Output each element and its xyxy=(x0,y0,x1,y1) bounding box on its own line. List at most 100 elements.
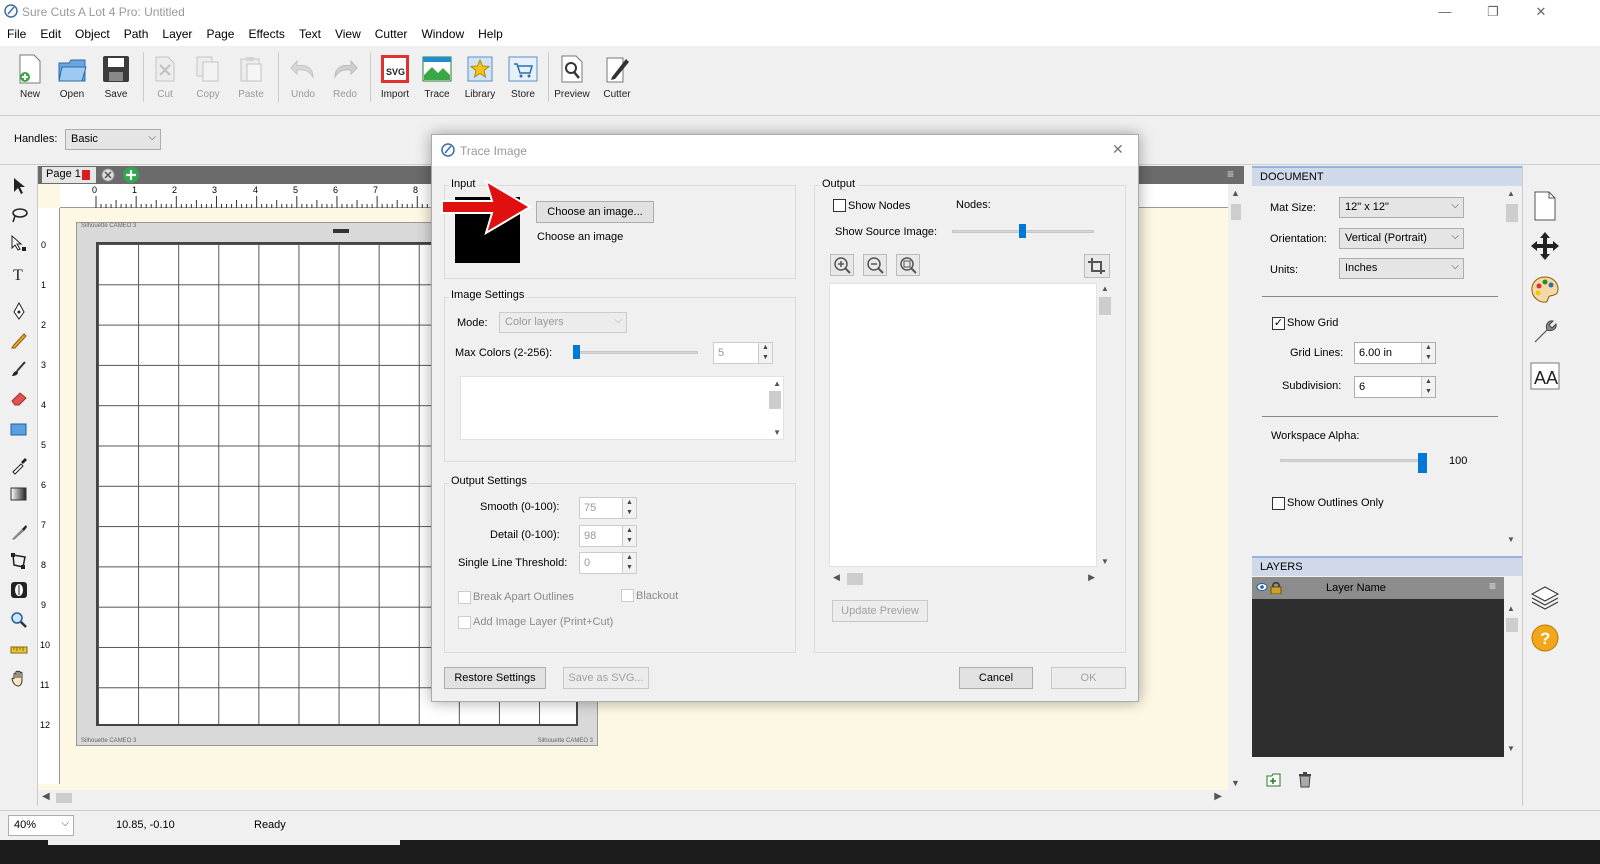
contour-tool[interactable] xyxy=(7,578,31,602)
scroll-up-icon[interactable]: ▲ xyxy=(1507,604,1515,613)
pan-tool[interactable] xyxy=(7,666,31,690)
gradient-tool[interactable] xyxy=(7,482,31,506)
spinner-arrows-icon[interactable]: ▲ ▼ xyxy=(622,553,636,573)
scroll-thumb[interactable] xyxy=(847,573,863,585)
lasso-tool[interactable] xyxy=(7,203,31,227)
knife-tool[interactable] xyxy=(7,520,31,544)
close-page-icon[interactable] xyxy=(100,167,116,183)
layers-scrollbar[interactable]: ▲ ▼ xyxy=(1504,577,1520,757)
spinner-arrows-icon[interactable]: ▲ ▼ xyxy=(622,498,636,518)
menu-layer[interactable]: Layer xyxy=(155,24,199,46)
help-button[interactable]: ? xyxy=(1527,620,1563,656)
redo-button[interactable]: Redo xyxy=(323,54,367,110)
cutter-button[interactable]: Cutter xyxy=(595,54,639,110)
dialog-close-icon[interactable]: ✕ xyxy=(1112,141,1124,158)
handles-select[interactable]: Basic ⌵ xyxy=(65,129,161,150)
zoom-in-button[interactable] xyxy=(830,254,854,276)
scroll-down-icon[interactable]: ▼ xyxy=(1101,557,1109,566)
orientation-select[interactable]: Vertical (Portrait) ⌵ xyxy=(1339,228,1464,249)
scroll-down-icon[interactable]: ▼ xyxy=(1231,778,1240,788)
menu-edit[interactable]: Edit xyxy=(33,24,68,46)
menu-page[interactable]: Page xyxy=(199,24,241,46)
zoom-tool[interactable] xyxy=(7,608,31,632)
pen-tool[interactable] xyxy=(7,299,31,323)
cancel-button[interactable]: Cancel xyxy=(959,667,1033,689)
zoom-fit-button[interactable] xyxy=(896,254,920,276)
zoom-select[interactable]: 40% ⌵ xyxy=(8,815,74,836)
scroll-down-icon[interactable]: ▼ xyxy=(1507,535,1515,544)
copy-button[interactable]: Copy xyxy=(186,54,230,110)
menu-path[interactable]: Path xyxy=(117,24,156,46)
trace-preview-area[interactable] xyxy=(829,283,1097,567)
preview-button[interactable]: Preview xyxy=(550,54,594,110)
trace-button[interactable]: Trace xyxy=(415,54,459,110)
scroll-left-icon[interactable]: ◀ xyxy=(833,572,840,583)
tools-panel-button[interactable] xyxy=(1527,314,1563,350)
menu-file[interactable]: File xyxy=(0,24,33,46)
scroll-thumb[interactable] xyxy=(1099,297,1111,315)
crop-button[interactable] xyxy=(1084,254,1110,278)
choose-image-button[interactable]: Choose an image... xyxy=(536,201,654,223)
undo-button[interactable]: Undo xyxy=(281,54,325,110)
spinner-arrows-icon[interactable]: ▲ ▼ xyxy=(1421,377,1435,397)
restore-settings-button[interactable]: Restore Settings xyxy=(444,667,546,689)
mat-size-select[interactable]: 12" x 12" ⌵ xyxy=(1339,197,1464,218)
scroll-up-icon[interactable]: ▲ xyxy=(773,379,781,388)
scroll-up-icon[interactable]: ▲ xyxy=(1101,284,1109,293)
menu-object[interactable]: Object xyxy=(68,24,117,46)
color-layers-list[interactable]: ▲ ▼ xyxy=(460,376,784,440)
subdivision-input[interactable]: 6 ▲ ▼ xyxy=(1354,376,1436,398)
scroll-up-icon[interactable]: ▲ xyxy=(1507,189,1515,198)
menu-text[interactable]: Text xyxy=(292,24,328,46)
menu-effects[interactable]: Effects xyxy=(241,24,291,46)
zoom-out-button[interactable] xyxy=(863,254,887,276)
smooth-input[interactable]: 75 ▲ ▼ xyxy=(579,497,637,519)
canvas-vertical-scrollbar[interactable]: ▲ ▼ xyxy=(1228,184,1244,790)
scroll-thumb[interactable] xyxy=(1506,618,1518,632)
open-button[interactable]: Open xyxy=(50,54,94,110)
paste-button[interactable]: Paste xyxy=(229,54,273,110)
library-button[interactable]: Library xyxy=(458,54,502,110)
cut-button[interactable]: Cut xyxy=(143,54,187,110)
workspace-alpha-track[interactable] xyxy=(1280,459,1426,462)
scroll-thumb[interactable] xyxy=(1231,204,1241,220)
page-color-swatch[interactable] xyxy=(82,170,90,180)
close-button[interactable]: ✕ xyxy=(1518,0,1564,24)
minimize-button[interactable]: — xyxy=(1422,0,1468,24)
text-tool[interactable]: T xyxy=(7,262,31,286)
new-button[interactable]: New xyxy=(8,54,52,110)
scroll-down-icon[interactable]: ▼ xyxy=(773,428,781,437)
eyedropper-tool[interactable] xyxy=(7,454,31,478)
workspace-alpha-thumb[interactable] xyxy=(1418,453,1427,473)
add-page-icon[interactable] xyxy=(122,166,140,184)
menu-view[interactable]: View xyxy=(328,24,368,46)
scroll-right-icon[interactable]: ▶ xyxy=(1088,572,1095,583)
ok-button[interactable]: OK xyxy=(1051,667,1126,689)
blackout-checkbox[interactable] xyxy=(621,589,634,602)
tab-menu-icon[interactable]: ≡ xyxy=(1227,167,1234,181)
rectangle-tool[interactable] xyxy=(7,418,31,442)
update-preview-button[interactable]: Update Preview xyxy=(832,600,928,622)
transform-panel-button[interactable] xyxy=(1527,228,1563,264)
show-nodes-checkbox[interactable] xyxy=(833,199,846,212)
eye-icon[interactable] xyxy=(1256,582,1268,592)
import-button[interactable]: SVG Import xyxy=(373,54,417,110)
menu-cutter[interactable]: Cutter xyxy=(368,24,415,46)
scroll-right-icon[interactable]: ▶ xyxy=(1214,791,1222,802)
scroll-up-icon[interactable]: ▲ xyxy=(1231,188,1240,198)
preview-horizontal-scrollbar[interactable]: ◀ ▶ xyxy=(829,571,1097,587)
store-button[interactable]: Store xyxy=(501,54,545,110)
scroll-thumb[interactable] xyxy=(769,391,781,409)
spinner-arrows-icon[interactable]: ▲ ▼ xyxy=(1421,343,1435,363)
eraser-tool[interactable] xyxy=(7,386,31,410)
detail-input[interactable]: 98 ▲ ▼ xyxy=(579,525,637,547)
max-colors-input[interactable]: 5 ▲ ▼ xyxy=(713,342,773,364)
canvas-horizontal-scrollbar[interactable]: ◀ ▶ xyxy=(38,790,1244,806)
show-grid-checkbox[interactable]: ✓ xyxy=(1272,317,1285,330)
lock-icon[interactable] xyxy=(1270,581,1282,594)
select-tool[interactable] xyxy=(7,174,31,198)
delete-layer-trash-icon[interactable] xyxy=(1298,772,1312,788)
break-apart-checkbox[interactable] xyxy=(458,591,471,604)
menu-help[interactable]: Help xyxy=(471,24,510,46)
scroll-left-icon[interactable]: ◀ xyxy=(42,791,50,802)
